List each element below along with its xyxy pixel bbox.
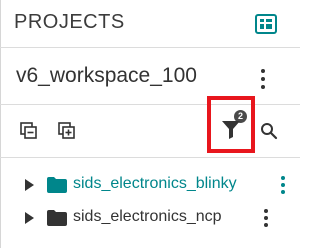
more-dot-icon — [261, 85, 265, 89]
more-dot-icon — [281, 183, 285, 187]
expand-caret-icon[interactable] — [25, 212, 34, 224]
expand-caret-icon[interactable] — [25, 179, 34, 191]
panel-header: PROJECTS — [0, 0, 300, 46]
expand-all-button[interactable] — [56, 120, 78, 142]
more-dot-icon — [264, 209, 268, 213]
panel-title: PROJECTS — [14, 11, 125, 33]
folder-icon — [47, 210, 67, 226]
layout-grid-icon — [255, 14, 277, 34]
project-label: sids_electronics_blinky — [73, 175, 237, 192]
toolbar-divider — [0, 157, 300, 158]
collapse-all-icon — [20, 122, 37, 139]
folder-icon — [47, 177, 67, 193]
more-dot-icon — [281, 176, 285, 180]
filter-button[interactable]: 2 — [207, 96, 255, 153]
more-dot-icon — [264, 216, 268, 220]
header-divider — [0, 47, 300, 48]
projects-toolbar — [0, 106, 300, 154]
projects-panel: PROJECTS v6_workspace_100 2 sids_electro… — [0, 0, 300, 248]
workspace-more-button[interactable] — [260, 69, 266, 89]
more-dot-icon — [281, 190, 285, 194]
project-row-blinky[interactable]: sids_electronics_blinky — [0, 170, 300, 200]
expand-all-icon — [58, 122, 75, 139]
collapse-all-button[interactable] — [18, 120, 40, 142]
search-icon — [261, 123, 278, 140]
project-more-button[interactable] — [280, 176, 286, 194]
more-dot-icon — [261, 69, 265, 73]
layout-toggle-button[interactable] — [254, 12, 278, 36]
more-dot-icon — [264, 223, 268, 227]
workspace-selector[interactable]: v6_workspace_100 — [0, 54, 300, 100]
more-dot-icon — [261, 77, 265, 81]
workspace-divider — [0, 104, 300, 105]
project-row-ncp[interactable]: sids_electronics_ncp — [0, 203, 300, 233]
project-more-button[interactable] — [263, 209, 269, 227]
workspace-name: v6_workspace_100 — [16, 64, 197, 87]
search-button[interactable] — [260, 122, 278, 140]
project-label: sids_electronics_ncp — [73, 208, 222, 225]
filter-funnel-icon — [222, 121, 240, 139]
